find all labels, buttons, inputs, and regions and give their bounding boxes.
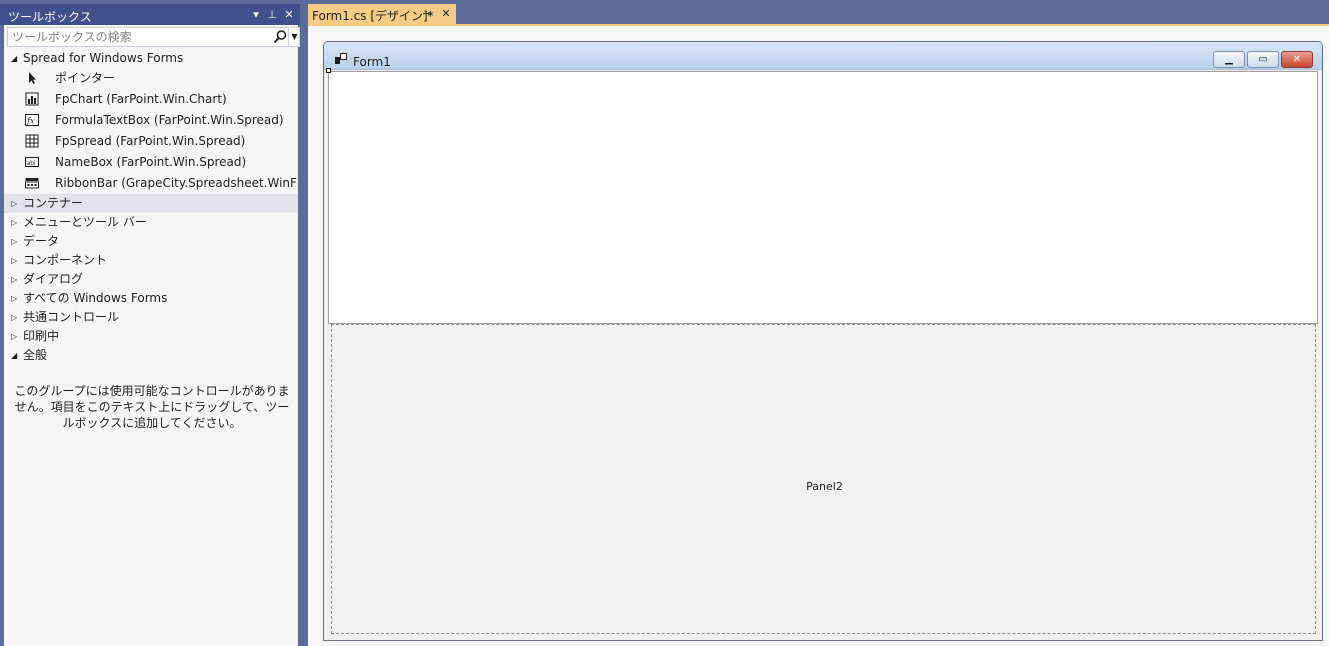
pin-icon[interactable]: ⊥ xyxy=(265,7,279,22)
pointer-icon xyxy=(29,72,36,84)
toolbox-item-fpspread[interactable]: FpSpread (FarPoint.Win.Spread) xyxy=(4,131,298,152)
item-label: ポインター xyxy=(55,71,116,85)
collapsed-arrow-icon: ▷ xyxy=(11,218,18,227)
form-title: Form1 xyxy=(353,55,391,69)
toolbox-group-spread[interactable]: ◢ Spread for Windows Forms xyxy=(4,49,298,68)
toolbox-category-containers[interactable]: ▷ コンテナー xyxy=(4,194,298,213)
minimize-icon: ▁ xyxy=(1225,54,1233,65)
split-panel2[interactable]: Panel2 xyxy=(331,324,1316,634)
collapsed-arrow-icon: ▷ xyxy=(11,294,18,303)
collapsed-arrow-icon: ▷ xyxy=(11,237,18,246)
selection-handle[interactable] xyxy=(326,68,331,73)
category-label: メニューとツール バー xyxy=(23,215,147,229)
item-label: FormulaTextBox (FarPoint.Win.Spread) xyxy=(55,113,284,127)
split-panel1[interactable] xyxy=(328,71,1318,324)
tab-pin-icon[interactable]: ⊸ xyxy=(420,6,434,22)
close-button[interactable]: ✕ xyxy=(1281,51,1313,68)
collapsed-arrow-icon: ▷ xyxy=(11,313,18,322)
toolbox-item-pointer[interactable]: ポインター xyxy=(4,68,298,89)
ribbonbar-icon xyxy=(25,178,39,189)
panel2-label: Panel2 xyxy=(806,480,843,493)
form1-title-bar[interactable]: Form1 ▁ ▭ ✕ xyxy=(324,42,1322,70)
form1-window[interactable]: Form1 ▁ ▭ ✕ Panel2 xyxy=(323,41,1323,641)
category-label: 共通コントロール xyxy=(23,310,120,324)
tab-label: Form1.cs [デザイン]* xyxy=(312,9,434,23)
toolbox-category-general[interactable]: ◢ 全般 xyxy=(4,346,298,365)
collapsed-arrow-icon: ▷ xyxy=(11,199,18,208)
toolbox-search-box: ▼ xyxy=(7,27,300,47)
collapsed-arrow-icon: ▷ xyxy=(11,332,18,341)
toolbox-category-common-controls[interactable]: ▷ 共通コントロール xyxy=(4,308,298,327)
close-icon[interactable]: ✕ xyxy=(282,7,296,22)
search-icon[interactable] xyxy=(272,29,288,45)
toolbox-category-menus-toolbars[interactable]: ▷ メニューとツール バー xyxy=(4,213,298,232)
form-app-icon xyxy=(335,53,347,64)
group-label: Spread for Windows Forms xyxy=(23,51,184,65)
category-label: データ xyxy=(23,234,60,248)
toolbox-panel: ツールボックス ▾ ⊥ ✕ ▼ ◢ Spread for Windows For… xyxy=(0,0,304,646)
maximize-button[interactable]: ▭ xyxy=(1247,51,1279,68)
toolbox-category-all-windows-forms[interactable]: ▷ すべての Windows Forms xyxy=(4,289,298,308)
toolbox-body: ▼ ◢ Spread for Windows Forms ポインター FpCha… xyxy=(4,25,300,646)
category-label: コンポーネント xyxy=(23,253,108,267)
toolbox-item-formulatextbox[interactable]: fx FormulaTextBox (FarPoint.Win.Spread) xyxy=(4,110,298,131)
designer-surface[interactable]: Form1 ▁ ▭ ✕ Panel2 xyxy=(308,26,1329,646)
namebox-icon: abl xyxy=(25,157,39,167)
expanded-arrow-icon: ◢ xyxy=(11,351,18,360)
toolbox-item-ribbonbar[interactable]: RibbonBar (GrapeCity.Spreadsheet.WinForm… xyxy=(4,173,298,194)
tab-close-icon[interactable]: ✕ xyxy=(439,6,453,22)
maximize-icon: ▭ xyxy=(1258,54,1268,65)
item-label: FpChart (FarPoint.Win.Chart) xyxy=(55,92,227,106)
spread-grid-icon xyxy=(25,134,39,148)
item-label: RibbonBar (GrapeCity.Spreadsheet.WinForm… xyxy=(55,176,297,190)
toolbox-category-components[interactable]: ▷ コンポーネント xyxy=(4,251,298,270)
toolbox-item-namebox[interactable]: abl NameBox (FarPoint.Win.Spread) xyxy=(4,152,298,173)
toolbox-category-printing[interactable]: ▷ 印刷中 xyxy=(4,327,298,346)
formula-textbox-icon: fx xyxy=(25,114,39,126)
toolbox-category-data[interactable]: ▷ データ xyxy=(4,232,298,251)
close-icon: ✕ xyxy=(1292,54,1302,65)
tab-form1-design[interactable]: Form1.cs [デザイン]* ⊸ ✕ xyxy=(308,4,456,24)
item-label: FpSpread (FarPoint.Win.Spread) xyxy=(55,134,246,148)
toolbox-search-input[interactable] xyxy=(8,28,270,46)
toolbox-title-bar: ツールボックス ▾ ⊥ ✕ xyxy=(0,4,300,25)
category-label: ダイアログ xyxy=(23,272,84,286)
toolbox-category-dialogs[interactable]: ▷ ダイアログ xyxy=(4,270,298,289)
toolbox-item-fpchart[interactable]: FpChart (FarPoint.Win.Chart) xyxy=(4,89,298,110)
svg-text:fx: fx xyxy=(26,117,35,126)
category-label: コンテナー xyxy=(23,196,84,210)
minimize-button[interactable]: ▁ xyxy=(1213,51,1245,68)
collapsed-arrow-icon: ▷ xyxy=(11,256,18,265)
chart-icon xyxy=(25,92,39,106)
expanded-arrow-icon: ◢ xyxy=(11,54,18,63)
search-options-dropdown[interactable]: ▼ xyxy=(288,28,300,46)
collapsed-arrow-icon: ▷ xyxy=(11,275,18,284)
category-label: 全般 xyxy=(23,348,48,362)
item-label: NameBox (FarPoint.Win.Spread) xyxy=(55,155,247,169)
toolbox-empty-message[interactable]: このグループには使用可能なコントロールがありません。項目をこのテキスト上にドラッ… xyxy=(12,383,292,431)
dropdown-icon[interactable]: ▾ xyxy=(249,7,263,22)
category-label: 印刷中 xyxy=(23,329,60,343)
category-label: すべての Windows Forms xyxy=(23,291,168,305)
toolbox-title: ツールボックス xyxy=(8,10,92,24)
svg-text:abl: abl xyxy=(27,160,36,167)
